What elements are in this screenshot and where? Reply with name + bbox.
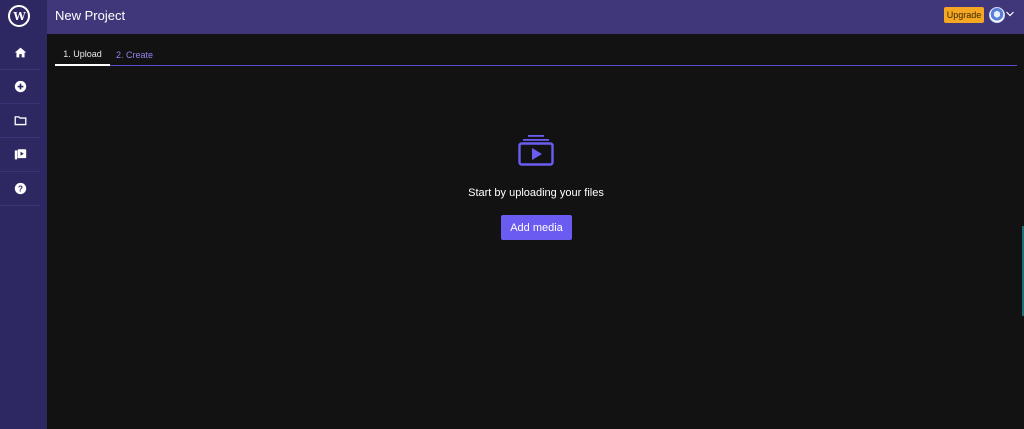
sidebar-item-folders[interactable] xyxy=(0,104,40,138)
user-avatar[interactable] xyxy=(989,7,1005,23)
sidebar-item-home[interactable] xyxy=(0,36,40,70)
top-bar: New Project Upgrade xyxy=(47,0,1024,34)
tab-upload[interactable]: 1. Upload xyxy=(55,44,110,66)
help-icon: ? xyxy=(14,182,26,195)
project-title[interactable]: New Project xyxy=(55,8,125,23)
sidebar: W ? xyxy=(0,0,47,429)
sidebar-item-media[interactable] xyxy=(0,138,40,172)
add-circle-icon xyxy=(14,80,26,93)
app-logo[interactable]: W xyxy=(8,5,30,27)
folder-icon xyxy=(14,116,26,126)
upgrade-button[interactable]: Upgrade xyxy=(944,7,984,23)
home-icon xyxy=(14,47,26,58)
media-library-icon xyxy=(14,149,26,160)
upload-media-icon xyxy=(518,135,554,166)
add-media-button[interactable]: Add media xyxy=(501,215,572,240)
sidebar-item-new[interactable] xyxy=(0,70,40,104)
tab-create[interactable]: 2. Create xyxy=(112,44,157,66)
step-tabs: 1. Upload 2. Create xyxy=(55,44,1017,66)
chevron-down-icon[interactable] xyxy=(1005,9,1015,19)
upload-prompt: Start by uploading your files xyxy=(468,187,604,199)
app-logo-letter: W xyxy=(13,9,25,23)
sidebar-item-help[interactable]: ? xyxy=(0,172,40,206)
svg-text:?: ? xyxy=(18,184,23,193)
